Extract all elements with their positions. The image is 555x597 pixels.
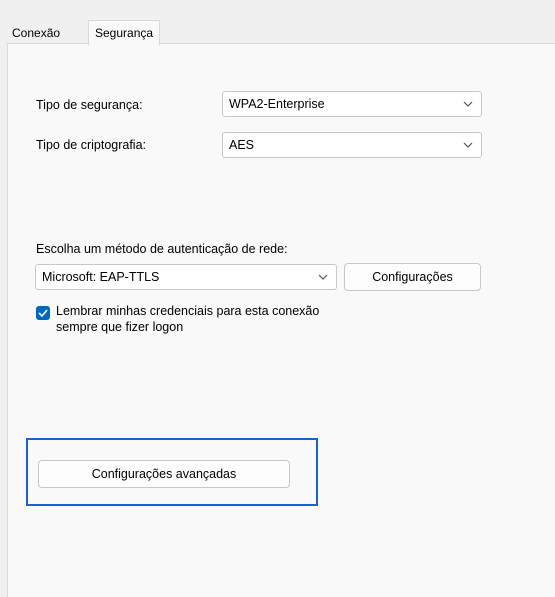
encryption-type-select[interactable]: AES: [222, 132, 482, 158]
auth-method-value: Microsoft: EAP-TTLS: [42, 270, 160, 284]
security-type-value: WPA2-Enterprise: [229, 97, 325, 111]
chevron-down-icon: [463, 141, 473, 149]
remember-credentials-label-line1: Lembrar minhas credenciais para esta con…: [56, 304, 320, 318]
auth-method-label: Escolha um método de autenticação de red…: [36, 242, 288, 256]
remember-credentials-checkbox[interactable]: [36, 306, 50, 320]
tab-conexao[interactable]: Conexão: [6, 22, 66, 44]
tab-seguranca[interactable]: Segurança: [88, 20, 161, 45]
remember-credentials-label-line2: sempre que fizer logon: [56, 320, 184, 334]
auth-method-select[interactable]: Microsoft: EAP-TTLS: [35, 264, 337, 290]
checkmark-icon: [38, 309, 48, 318]
advanced-settings-button[interactable]: Configurações avançadas: [38, 460, 290, 488]
chevron-down-icon: [318, 273, 328, 281]
security-type-label: Tipo de segurança:: [36, 98, 143, 112]
security-type-select[interactable]: WPA2-Enterprise: [222, 91, 482, 117]
encryption-type-value: AES: [229, 138, 255, 152]
auth-settings-button[interactable]: Configurações: [344, 263, 481, 291]
chevron-down-icon: [463, 100, 473, 108]
encryption-type-label: Tipo de criptografia:: [36, 138, 147, 152]
tab-bar: Conexão Segurança: [0, 0, 555, 45]
